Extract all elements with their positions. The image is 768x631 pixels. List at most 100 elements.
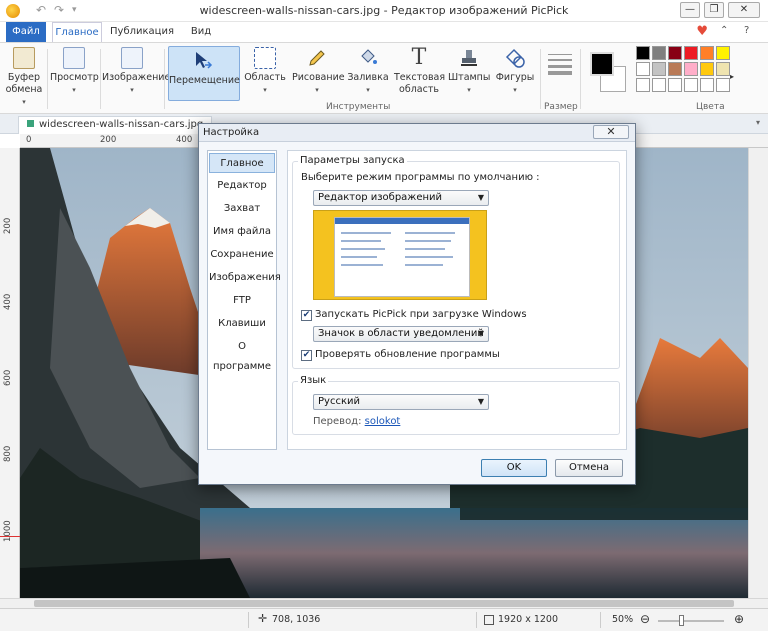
language-select[interactable]: Русский ▼ xyxy=(313,394,489,410)
tray-mode-select[interactable]: Значок в области уведомлений ▼ xyxy=(313,326,489,342)
nav-item-hotkeys[interactable]: Клавиши xyxy=(209,314,275,334)
zoom-out-button[interactable]: ⊖ xyxy=(640,612,650,626)
minimize-ribbon-icon[interactable]: ⌃ xyxy=(720,25,728,36)
foreground-color-swatch[interactable] xyxy=(590,52,614,76)
tab-file[interactable]: Файл xyxy=(6,22,46,42)
area-tool-button[interactable]: Область ▾ xyxy=(244,47,286,96)
tab-list-icon[interactable]: ▾ xyxy=(756,118,760,127)
line-size-button[interactable] xyxy=(548,51,572,75)
palette-swatch[interactable] xyxy=(652,62,666,76)
chevron-down-icon: ▾ xyxy=(513,86,517,94)
clipboard-label: Буфер обмена xyxy=(5,72,43,95)
palette-swatch[interactable] xyxy=(716,46,730,60)
dialog-title: Настройка xyxy=(203,127,260,138)
ruler-tick-label: 0 xyxy=(26,135,32,145)
image-button[interactable]: Изображение ▾ xyxy=(102,47,170,96)
palette-swatch[interactable] xyxy=(636,62,650,76)
preview-line xyxy=(341,232,391,234)
divider xyxy=(100,49,101,109)
palette-swatch[interactable] xyxy=(668,78,682,92)
shapes-tool-button[interactable]: Фигуры ▾ xyxy=(494,47,536,96)
palette-swatch[interactable] xyxy=(668,46,682,60)
minimize-button[interactable]: — xyxy=(680,2,700,18)
horizontal-scroll-thumb[interactable] xyxy=(34,600,734,607)
launch-on-windows-checkbox[interactable]: ✔ xyxy=(301,310,312,321)
startup-mode-value: Редактор изображений xyxy=(318,192,443,203)
nav-item-save[interactable]: Сохранение xyxy=(209,245,275,265)
tab-publish[interactable]: Публикация xyxy=(108,22,176,42)
palette-swatch[interactable] xyxy=(700,62,714,76)
nav-item-file-name[interactable]: Имя файла xyxy=(209,222,275,242)
palette-swatch[interactable] xyxy=(684,62,698,76)
nav-item-ftp[interactable]: FTP xyxy=(209,291,275,311)
divider xyxy=(248,612,249,628)
nav-item-about[interactable]: О программе xyxy=(209,337,275,372)
heart-icon[interactable]: ♥ xyxy=(696,24,708,39)
preview-line xyxy=(405,256,453,258)
preview-line xyxy=(405,264,443,266)
vertical-scrollbar[interactable] xyxy=(748,148,768,598)
fill-tool-button[interactable]: Заливка ▾ xyxy=(346,47,390,96)
palette-swatch[interactable] xyxy=(636,46,650,60)
divider xyxy=(540,49,541,109)
cursor-position-marker xyxy=(0,536,20,537)
cancel-button[interactable]: Отмена xyxy=(555,459,623,477)
stamps-tool-button[interactable]: Штампы ▾ xyxy=(448,47,490,96)
palette-swatch[interactable] xyxy=(684,46,698,60)
colors-group-label: Цвета xyxy=(696,102,725,112)
palette-swatch[interactable] xyxy=(700,46,714,60)
chevron-down-icon: ▾ xyxy=(315,86,319,94)
palette-swatch[interactable] xyxy=(652,46,666,60)
tab-home[interactable]: Главное xyxy=(52,22,102,42)
check-updates-checkbox[interactable]: ✔ xyxy=(301,350,312,361)
document-tab[interactable]: widescreen-walls-nissan-cars.jpg xyxy=(18,116,213,134)
divider xyxy=(600,612,601,628)
zoom-in-button[interactable]: ⊕ xyxy=(734,612,744,626)
palette-swatch[interactable] xyxy=(668,62,682,76)
startup-prompt: Выберите режим программы по умолчанию : xyxy=(301,172,540,183)
chevron-down-icon: ▼ xyxy=(477,193,484,202)
palette-swatch[interactable] xyxy=(652,78,666,92)
clipboard-button[interactable]: Буфер обмена ▾ xyxy=(4,47,44,108)
text-area-tool-button[interactable]: T Текстовая область xyxy=(394,47,445,96)
check-updates-label: Проверять обновление программы xyxy=(315,349,500,360)
palette-swatch[interactable] xyxy=(700,78,714,92)
move-tool-button[interactable]: Перемещение xyxy=(168,46,240,101)
chevron-down-icon: ▾ xyxy=(130,86,134,94)
image-label: Изображение xyxy=(102,72,171,83)
title-bar: ↶ ↷ ▾ widescreen-walls-nissan-cars.jpg -… xyxy=(0,0,768,22)
zoom-slider[interactable] xyxy=(658,615,724,626)
palette-more-icon[interactable]: ▸ xyxy=(730,72,734,81)
preview-button[interactable]: Просмотр ▾ xyxy=(50,47,99,96)
tab-view[interactable]: Вид xyxy=(184,22,218,42)
zoom-slider-thumb[interactable] xyxy=(679,615,685,626)
nav-item-capture[interactable]: Захват xyxy=(209,199,275,219)
palette-swatch[interactable] xyxy=(716,78,730,92)
help-icon[interactable]: ? xyxy=(744,25,749,36)
ok-button[interactable]: OK xyxy=(481,459,547,477)
chevron-down-icon: ▾ xyxy=(22,98,26,106)
horizontal-scrollbar[interactable] xyxy=(0,598,768,608)
status-bar: ✛ 708, 1036 1920 x 1200 50% ⊖ ⊕ xyxy=(0,608,768,631)
maximize-button[interactable]: ❐ xyxy=(704,2,724,18)
close-button[interactable]: ✕ xyxy=(728,2,760,18)
preview-line xyxy=(341,256,377,258)
nav-item-general[interactable]: Главное xyxy=(209,153,275,173)
nav-item-editor[interactable]: Редактор xyxy=(209,176,275,196)
preview-line xyxy=(341,240,381,242)
area-tool-label: Область xyxy=(244,72,286,83)
translator-link[interactable]: solokot xyxy=(365,416,401,427)
divider xyxy=(164,49,165,109)
palette-swatch[interactable] xyxy=(636,78,650,92)
palette-swatch[interactable] xyxy=(716,62,730,76)
startup-mode-select[interactable]: Редактор изображений ▼ xyxy=(313,190,489,206)
dialog-close-button[interactable]: ✕ xyxy=(593,125,629,139)
selection-area-icon xyxy=(254,47,276,69)
image-size-icon xyxy=(484,615,494,625)
vertical-ruler: 200 400 600 800 1000 xyxy=(0,148,20,598)
draw-tool-button[interactable]: Рисование ▾ xyxy=(292,47,345,96)
color-palette xyxy=(636,46,730,92)
image-size: 1920 x 1200 xyxy=(498,614,559,625)
nav-item-images[interactable]: Изображения xyxy=(209,268,281,288)
palette-swatch[interactable] xyxy=(684,78,698,92)
